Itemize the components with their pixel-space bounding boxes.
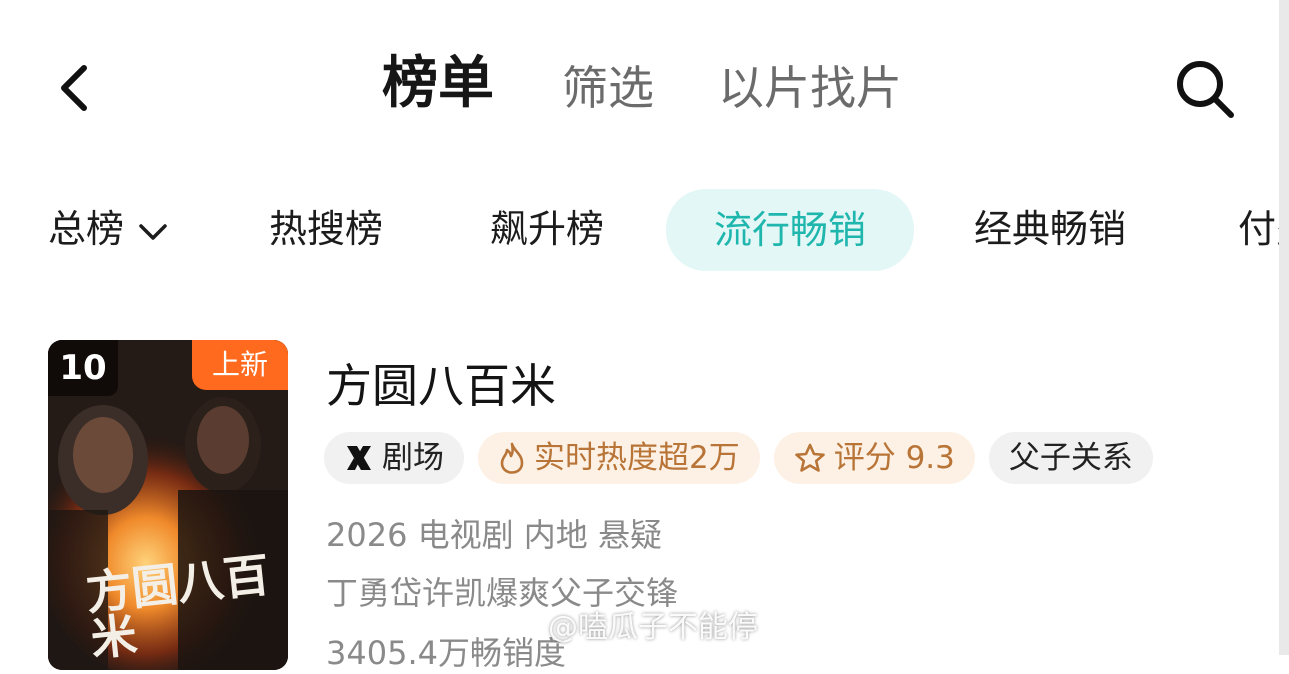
tag-rating[interactable]: 评分 9.3	[773, 432, 975, 484]
tag-list: 剧场 实时热度超2万 评分 9.3 父子关系	[324, 432, 1167, 484]
tag-heat-label: 实时热度超2万	[534, 440, 740, 476]
category-classic-bestseller[interactable]: 经典畅销	[974, 199, 1126, 259]
x-theater-icon	[347, 445, 371, 470]
tab-ranking[interactable]: 榜单	[382, 54, 494, 114]
chevron-down-icon	[139, 223, 167, 240]
category-total[interactable]: 总榜	[48, 199, 168, 259]
edge-divider	[1279, 0, 1289, 655]
tag-theater-label: 剧场	[382, 440, 444, 476]
search-icon	[1177, 61, 1234, 118]
star-icon	[794, 443, 825, 472]
category-tabs: 总榜 热搜榜 飙升榜 流行畅销 经典畅销 付费	[0, 185, 1289, 275]
category-total-label: 总榜	[48, 207, 125, 251]
watermark: @嗑瓜子不能停	[548, 610, 758, 645]
tag-theater[interactable]: 剧场	[324, 432, 464, 484]
back-button[interactable]	[48, 62, 100, 114]
tag-rating-label: 评分 9.3	[833, 440, 955, 476]
category-hot-search[interactable]: 热搜榜	[269, 199, 383, 259]
chevron-left-icon	[61, 65, 87, 111]
category-rising[interactable]: 飙升榜	[490, 199, 604, 259]
category-popular-bestseller[interactable]: 流行畅销	[666, 189, 915, 271]
tag-father-son[interactable]: 父子关系	[988, 432, 1153, 484]
poster-image[interactable]: 10 上新 方圆八百米	[48, 340, 288, 670]
flame-icon	[500, 442, 524, 474]
tab-filter[interactable]: 筛选	[562, 58, 654, 118]
new-badge: 上新	[192, 340, 288, 390]
item-meta: 2026 电视剧 内地 悬疑	[326, 516, 662, 554]
top-navigation: 榜单 筛选 以片找片	[0, 0, 1289, 175]
tag-heat[interactable]: 实时热度超2万	[478, 432, 760, 484]
tab-find-similar[interactable]: 以片找片	[718, 58, 902, 118]
item-sales: 3405.4万畅销度	[326, 634, 566, 672]
search-button[interactable]	[1172, 56, 1238, 122]
rank-number: 10	[48, 340, 118, 396]
item-title[interactable]: 方圆八百米	[326, 350, 556, 416]
